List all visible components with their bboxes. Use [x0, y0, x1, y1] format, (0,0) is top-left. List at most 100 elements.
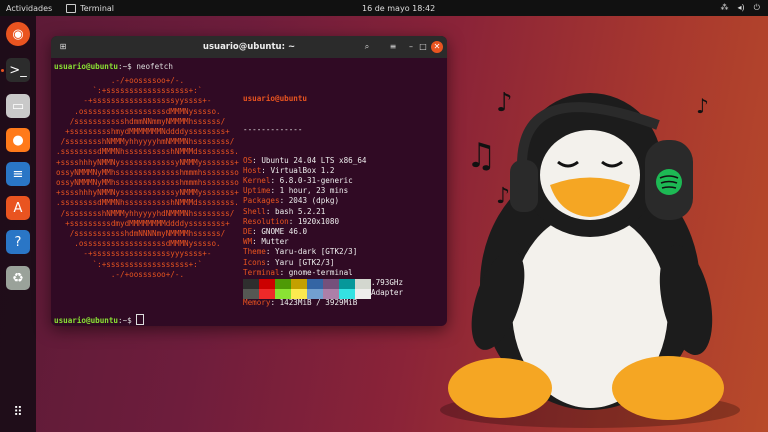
ubuntu-ascii-logo: .-/+oossssoo+/-. `:+ssssssssssssssssss+:… — [56, 76, 239, 280]
info-value: Mutter — [261, 237, 289, 247]
clock[interactable]: 16 de mayo 18:42 — [362, 4, 435, 13]
info-key: Host — [243, 165, 262, 175]
terminal-window[interactable]: ⊞ usuario@ubuntu: ~ ⌕ ≡ – □ ✕ usuario@ub… — [51, 36, 447, 326]
color-swatch — [307, 289, 323, 299]
tux-foot-left — [448, 358, 552, 418]
prompt-line: usuario@ubuntu:~$ neofetch — [54, 62, 173, 71]
terminal-content[interactable]: usuario@ubuntu:~$ neofetch .-/+oossssoo+… — [51, 58, 447, 326]
ubuntu-icon[interactable]: ◉ — [6, 22, 30, 46]
info-value: 2043 (dpkg) — [288, 196, 340, 206]
info-line: Kernel: 6.8.0-31-generic — [243, 176, 353, 186]
music-note-icon: ♪ — [496, 88, 513, 118]
ascii-logo-line: ossyNMMMNyMMhsssssssssssssshmmmhssssssso — [56, 167, 239, 177]
info-key: Resolution — [243, 216, 289, 226]
apps-grid-icon[interactable]: ⠿ — [6, 400, 30, 424]
color-swatch — [339, 279, 355, 289]
info-value: gnome-terminal — [288, 267, 353, 277]
info-line: WM: Mutter — [243, 237, 289, 247]
info-value: bash 5.2.21 — [275, 206, 326, 216]
info-value: VirtualBox 1.2 — [270, 165, 335, 175]
info-line: Uptime: 1 hour, 23 mins — [243, 186, 349, 196]
color-swatch — [339, 289, 355, 299]
ascii-logo-line: +ssssssssshmydMMMMMMMNddddyssssssss+ — [56, 127, 230, 137]
terminal-cursor — [136, 314, 145, 325]
menu-icon[interactable]: ≡ — [387, 41, 399, 53]
terminal-small-icon — [66, 3, 77, 13]
color-swatch — [307, 279, 323, 289]
terminal-titlebar[interactable]: ⊞ usuario@ubuntu: ~ ⌕ ≡ – □ ✕ — [51, 36, 447, 58]
trash-icon[interactable]: ♻ — [6, 266, 30, 290]
info-value: 6.8.0-31-generic — [279, 176, 353, 186]
tux-foot-right — [612, 356, 724, 420]
color-swatch — [323, 289, 339, 299]
info-key: OS — [243, 155, 253, 165]
info-value: 1423MiB / 3929MiB — [279, 298, 358, 308]
info-value: Yaru [GTK2/3] — [275, 257, 335, 267]
info-key: Uptime — [243, 186, 271, 196]
music-note-icon: ♪ — [496, 184, 511, 209]
info-line: DE: GNOME 46.0 — [243, 227, 308, 237]
headphone-left — [510, 160, 538, 212]
info-value: 1920x1080 — [297, 216, 340, 226]
info-header: usuario@ubuntu — [243, 94, 308, 104]
ascii-logo-line: `:+ssssssssssssssssss+:` — [56, 86, 203, 96]
color-swatch — [291, 279, 307, 289]
info-key: Memory — [243, 298, 271, 308]
search-icon[interactable]: ⌕ — [361, 41, 373, 53]
system-tray[interactable]: ⁂ ◂) ⏻ — [721, 3, 760, 13]
music-note-icon: ♪ — [696, 94, 709, 118]
info-value: GNOME 46.0 — [261, 227, 308, 237]
color-swatch — [259, 289, 275, 299]
ascii-logo-line: -+ssssssssssssssssssyyssss+- — [56, 96, 212, 106]
info-key: Icons — [243, 257, 266, 267]
info-value: Ubuntu 24.04 LTS x86_64 — [261, 155, 367, 165]
app-menu[interactable]: Terminal — [66, 3, 114, 13]
ascii-logo-line: `:+ssssssssssssssssss+:` — [56, 259, 203, 269]
ascii-logo-line: .-/+oossssoo+/-. — [56, 76, 185, 85]
help-icon[interactable]: ? — [6, 230, 30, 254]
prompt-line: usuario@ubuntu:~$ — [54, 314, 145, 326]
minimize-icon[interactable]: – — [405, 41, 417, 53]
info-line: OS: Ubuntu 24.04 LTS x86_64 — [243, 155, 367, 165]
ascii-logo-line: /sssssssshNMMMyhhyyyyhdNMMMNhssssssss/ — [56, 208, 235, 218]
dock: ◉ >_ ▭ ● ≡ A? ♻ ⠿ — [0, 16, 36, 432]
app-center-icon[interactable]: A — [6, 196, 30, 220]
ascii-logo-line: /ssssssssssshdmNNNNmyNMMMMhssssss/ — [56, 229, 226, 239]
info-separator: ------------- — [243, 125, 303, 135]
top-bar: Actividades Terminal 16 de mayo 18:42 ⁂ … — [0, 0, 768, 16]
color-swatch — [291, 289, 307, 299]
close-icon[interactable]: ✕ — [431, 41, 443, 53]
info-line: Terminal: gnome-terminal — [243, 267, 353, 277]
ascii-logo-line: +sssshhhyNMMNyssssssssssssyNMMMysssssss+ — [56, 188, 239, 198]
ascii-logo-line: .ssssssssdMMMNhsssssssssshNMMMdssssssss. — [56, 198, 239, 208]
info-value: 1 hour, 23 mins — [279, 186, 349, 196]
ascii-logo-line: .ossssssssssssssssssdMMMNysssso. — [56, 239, 221, 249]
info-key: WM — [243, 237, 253, 247]
terminal-icon[interactable]: >_ — [6, 58, 30, 82]
command-text: neofetch — [136, 62, 173, 71]
writer-icon[interactable]: ≡ — [6, 162, 30, 186]
tux-illustration — [440, 93, 740, 428]
color-palette — [243, 279, 371, 299]
color-swatch — [259, 279, 275, 289]
info-line: Packages: 2043 (dpkg) — [243, 196, 340, 206]
activities-button[interactable]: Actividades — [6, 4, 52, 13]
power-icon: ⏻ — [753, 3, 760, 12]
color-swatch — [275, 279, 291, 289]
info-key: Shell — [243, 206, 266, 216]
color-swatch — [243, 279, 259, 289]
color-swatch — [323, 279, 339, 289]
running-indicator — [1, 69, 4, 72]
maximize-icon[interactable]: □ — [417, 41, 429, 53]
music-note-icon: ♫ — [466, 136, 497, 176]
info-line: Memory: 1423MiB / 3929MiB — [243, 298, 358, 308]
info-value: Yaru-dark [GTK2/3] — [275, 247, 358, 257]
info-line: Theme: Yaru-dark [GTK2/3] — [243, 247, 358, 257]
info-key: Packages — [243, 196, 280, 206]
info-line: Host: VirtualBox 1.2 — [243, 165, 335, 175]
info-line: Shell: bash 5.2.21 — [243, 206, 326, 216]
color-swatch — [355, 289, 371, 299]
firefox-icon[interactable]: ● — [6, 128, 30, 152]
ascii-logo-line: -+sssssssssssssssssyyyssss+- — [56, 249, 212, 259]
files-icon[interactable]: ▭ — [6, 94, 30, 118]
